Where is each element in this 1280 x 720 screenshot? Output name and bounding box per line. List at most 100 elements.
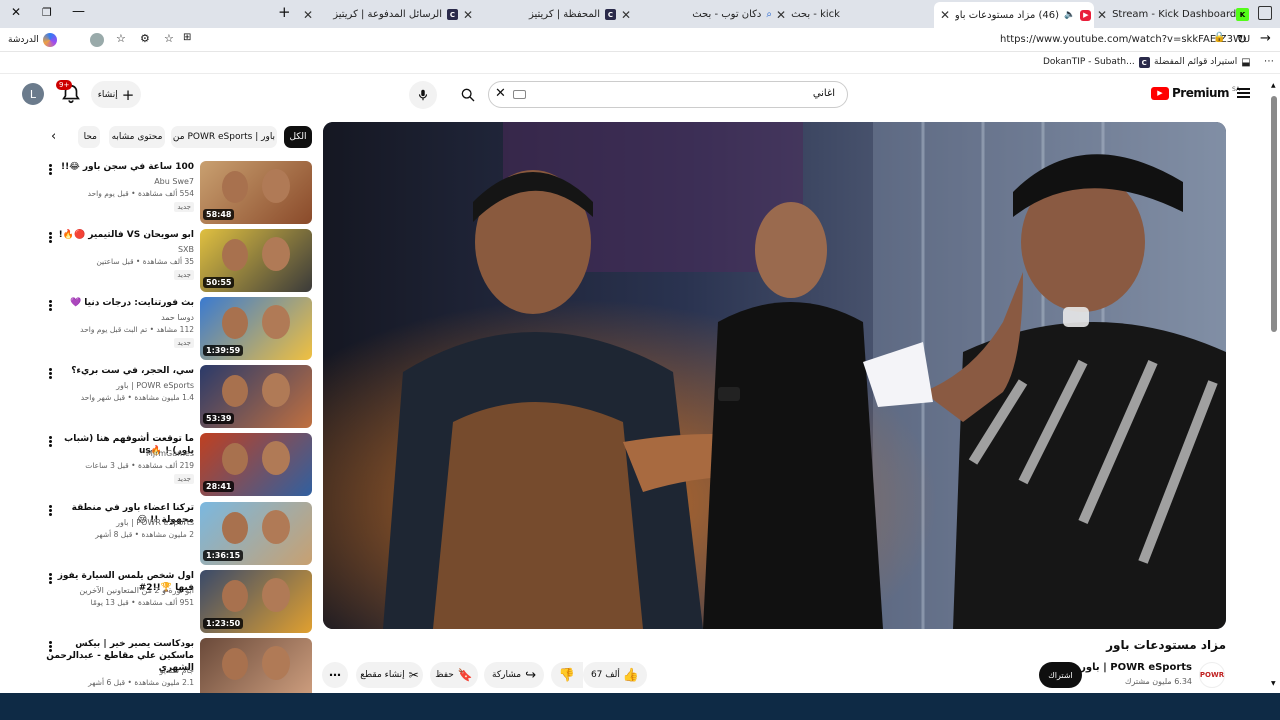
account-avatar[interactable]: L <box>22 83 44 105</box>
lock-icon[interactable]: 🔒 <box>1213 32 1225 43</box>
scroll-up-icon[interactable]: ▲ <box>1271 82 1276 89</box>
os-taskbar <box>0 693 1280 720</box>
profile-avatar[interactable] <box>90 33 104 47</box>
bookmarks-more-icon[interactable]: ⋯ <box>1264 56 1274 67</box>
channel-name[interactable]: ابو نورة و 2 من المتعاونين الآخرين <box>79 586 194 595</box>
keyboard-icon[interactable] <box>513 90 526 99</box>
recommended-video-item[interactable]: 58:48 100 ساعة في سجن باور 😂!! Abu Swe7 554… <box>40 161 312 225</box>
search-button[interactable] <box>448 81 488 108</box>
channel-name[interactable]: Abu Swe7 <box>154 177 194 186</box>
search-box[interactable]: ✕ اغاني <box>488 81 848 108</box>
page-scrollbar[interactable]: ▲ ▼ <box>1268 74 1280 694</box>
more-options-icon[interactable] <box>45 640 55 654</box>
close-icon[interactable]: ✕ <box>940 8 950 22</box>
app-available-icon[interactable]: ⊞ <box>183 32 191 43</box>
recommended-video-item[interactable]: 53:39 سي، الحجر، في ست بريء؟ POWR eSports … <box>40 365 312 429</box>
close-icon[interactable]: ✕ <box>463 8 473 22</box>
video-thumbnail[interactable]: 53:39 <box>200 365 312 428</box>
video-thumbnail[interactable] <box>200 638 312 701</box>
video-title[interactable]: ابو سويحان VS فالتيمير 🔴🔥! <box>44 229 194 241</box>
video-player[interactable] <box>323 122 1226 629</box>
video-thumbnail[interactable]: 58:48 <box>200 161 312 224</box>
chip-related[interactable]: محتوى مشابه <box>109 126 165 148</box>
video-duration: 50:55 <box>203 277 235 288</box>
menu-icon[interactable] <box>1237 88 1250 98</box>
more-options-icon[interactable] <box>45 435 55 449</box>
channel-name[interactable]: جام ستديو <box>159 666 194 675</box>
add-favorite-icon[interactable]: ☆ <box>164 32 174 45</box>
recommended-video-item[interactable]: 50:55 ابو سويحان VS فالتيمير 🔴🔥! SXB 35 ألف… <box>40 229 312 293</box>
window-restore-icon[interactable]: ❐ <box>42 6 52 19</box>
voice-search-button[interactable] <box>409 81 437 109</box>
notifications-button[interactable]: 9+ <box>56 80 82 105</box>
close-icon[interactable]: ✕ <box>303 8 313 22</box>
channel-name[interactable]: POWR eSports | باور <box>116 518 194 527</box>
scroll-down-icon[interactable]: ▼ <box>1271 680 1276 687</box>
video-thumbnail[interactable]: 1:39:59 <box>200 297 312 360</box>
dislike-button[interactable]: 👎 <box>551 662 583 688</box>
clip-button[interactable]: إنشاء مقطع ✂ <box>356 662 423 688</box>
chip-all[interactable]: الكل <box>284 126 312 148</box>
save-button[interactable]: حفظ 🔖 <box>430 662 478 688</box>
back-icon[interactable]: → <box>1260 31 1271 46</box>
more-options-icon[interactable] <box>45 299 55 313</box>
video-thumbnail[interactable]: 1:36:15 <box>200 502 312 565</box>
video-thumbnail[interactable]: 28:41 <box>200 433 312 496</box>
tab-youtube-active[interactable]: ✕ (46) مزاد مستودعات باور - YouTube 🔈 ▶ <box>934 2 1094 28</box>
tab-kick-search[interactable]: ✕ بحث - kick ⌕ <box>776 3 930 26</box>
window-minimize-icon[interactable]: — <box>72 4 85 19</box>
new-tab-icon[interactable]: + <box>278 3 291 21</box>
more-options-icon[interactable] <box>45 504 55 518</box>
favorites-icon[interactable]: ☆ <box>116 32 126 45</box>
more-icon: ⋯ <box>329 668 341 682</box>
channel-avatar[interactable]: POWR <box>1199 662 1225 688</box>
tab-paid-messages[interactable]: ✕ الرسائل المدفوعة | كريتيز C <box>300 3 458 26</box>
video-title[interactable]: سي، الحجر، في ست بريء؟ <box>44 365 194 377</box>
create-button[interactable]: إنشاء + <box>91 81 141 108</box>
scrollbar-thumb[interactable] <box>1271 96 1277 332</box>
video-title[interactable]: 100 ساعة في سجن باور 😂!! <box>44 161 194 173</box>
recommended-video-item[interactable]: 28:41 ما توقعت أشوفهم هنا (شباب باور) ! 🔥… <box>40 433 312 497</box>
channel-name[interactable]: دوسا حمد <box>161 313 194 322</box>
search-input[interactable]: اغاني <box>813 88 835 99</box>
more-options-icon[interactable] <box>45 572 55 586</box>
window-close-icon[interactable]: ✕ <box>11 5 21 19</box>
view-count: 2.1 مليون مشاهدة • قبل 6 أشهر <box>88 678 194 687</box>
import-favorites-button[interactable]: ⬓ استيراد قوائم المفضلة <box>1154 57 1251 68</box>
close-icon[interactable]: ✕ <box>621 8 631 22</box>
channel-name[interactable]: MjrmGames <box>146 449 194 458</box>
more-options-icon[interactable] <box>45 367 55 381</box>
more-options-icon[interactable] <box>45 163 55 177</box>
chip-partial[interactable]: محا <box>78 126 100 148</box>
close-icon[interactable]: ✕ <box>776 8 786 22</box>
extensions-icon[interactable]: ⚙ <box>140 32 150 45</box>
bookmark-dokantip[interactable]: DokanTIP - Subath... C <box>1043 57 1150 68</box>
channel-name[interactable]: POWR eSports | باور <box>116 381 194 390</box>
channel-name[interactable]: POWR eSports | باور <box>1080 662 1192 673</box>
share-button[interactable]: مشاركة ↪ <box>484 662 544 688</box>
recommended-video-item[interactable]: 1:36:15 تركنا اعضاء باور في منطقة مجهولة … <box>40 502 312 566</box>
refresh-icon[interactable]: ↻ <box>1237 32 1247 46</box>
chevron-left-icon[interactable]: ‹ <box>51 129 56 144</box>
video-duration: 58:48 <box>203 209 235 220</box>
tab-dokan-search[interactable]: ✕ دكان توب - بحث ⌕ <box>618 3 772 26</box>
speaker-icon[interactable]: 🔈 <box>1064 10 1075 20</box>
youtube-premium-logo[interactable]: ▶ Premium SA <box>1151 86 1240 100</box>
chip-from-channel[interactable]: من POWR eSports | باور <box>171 126 277 148</box>
more-options-icon[interactable] <box>45 231 55 245</box>
tab-kick-dashboard[interactable]: ✕ Stream - Kick Dashboard <box>1097 3 1239 26</box>
tab-wallet[interactable]: ✕ المحفظة | كريتيز C <box>460 3 616 26</box>
like-button[interactable]: 67 ألف 👍 <box>591 668 639 683</box>
recommended-video-item[interactable]: 1:39:59 بث فورتنايت: درجات دنيا 💜 دوسا حمد… <box>40 297 312 361</box>
video-title[interactable]: بث فورتنايت: درجات دنيا 💜 <box>44 297 194 309</box>
video-thumbnail[interactable]: 50:55 <box>200 229 312 292</box>
subscribe-button[interactable]: اشتراك <box>1039 662 1082 688</box>
more-actions-button[interactable]: ⋯ <box>322 662 348 688</box>
tab-actions-icon[interactable] <box>1258 6 1272 20</box>
chat-button[interactable]: الدردشة <box>8 33 57 47</box>
clear-search-icon[interactable]: ✕ <box>495 86 506 101</box>
video-thumbnail[interactable]: 1:23:50 <box>200 570 312 633</box>
close-icon[interactable]: ✕ <box>1097 8 1107 22</box>
channel-name[interactable]: SXB <box>178 245 194 254</box>
recommended-video-item[interactable]: 1:23:50 اول شخص يلمس السيارة يفوز فيها 🏆!… <box>40 570 312 634</box>
